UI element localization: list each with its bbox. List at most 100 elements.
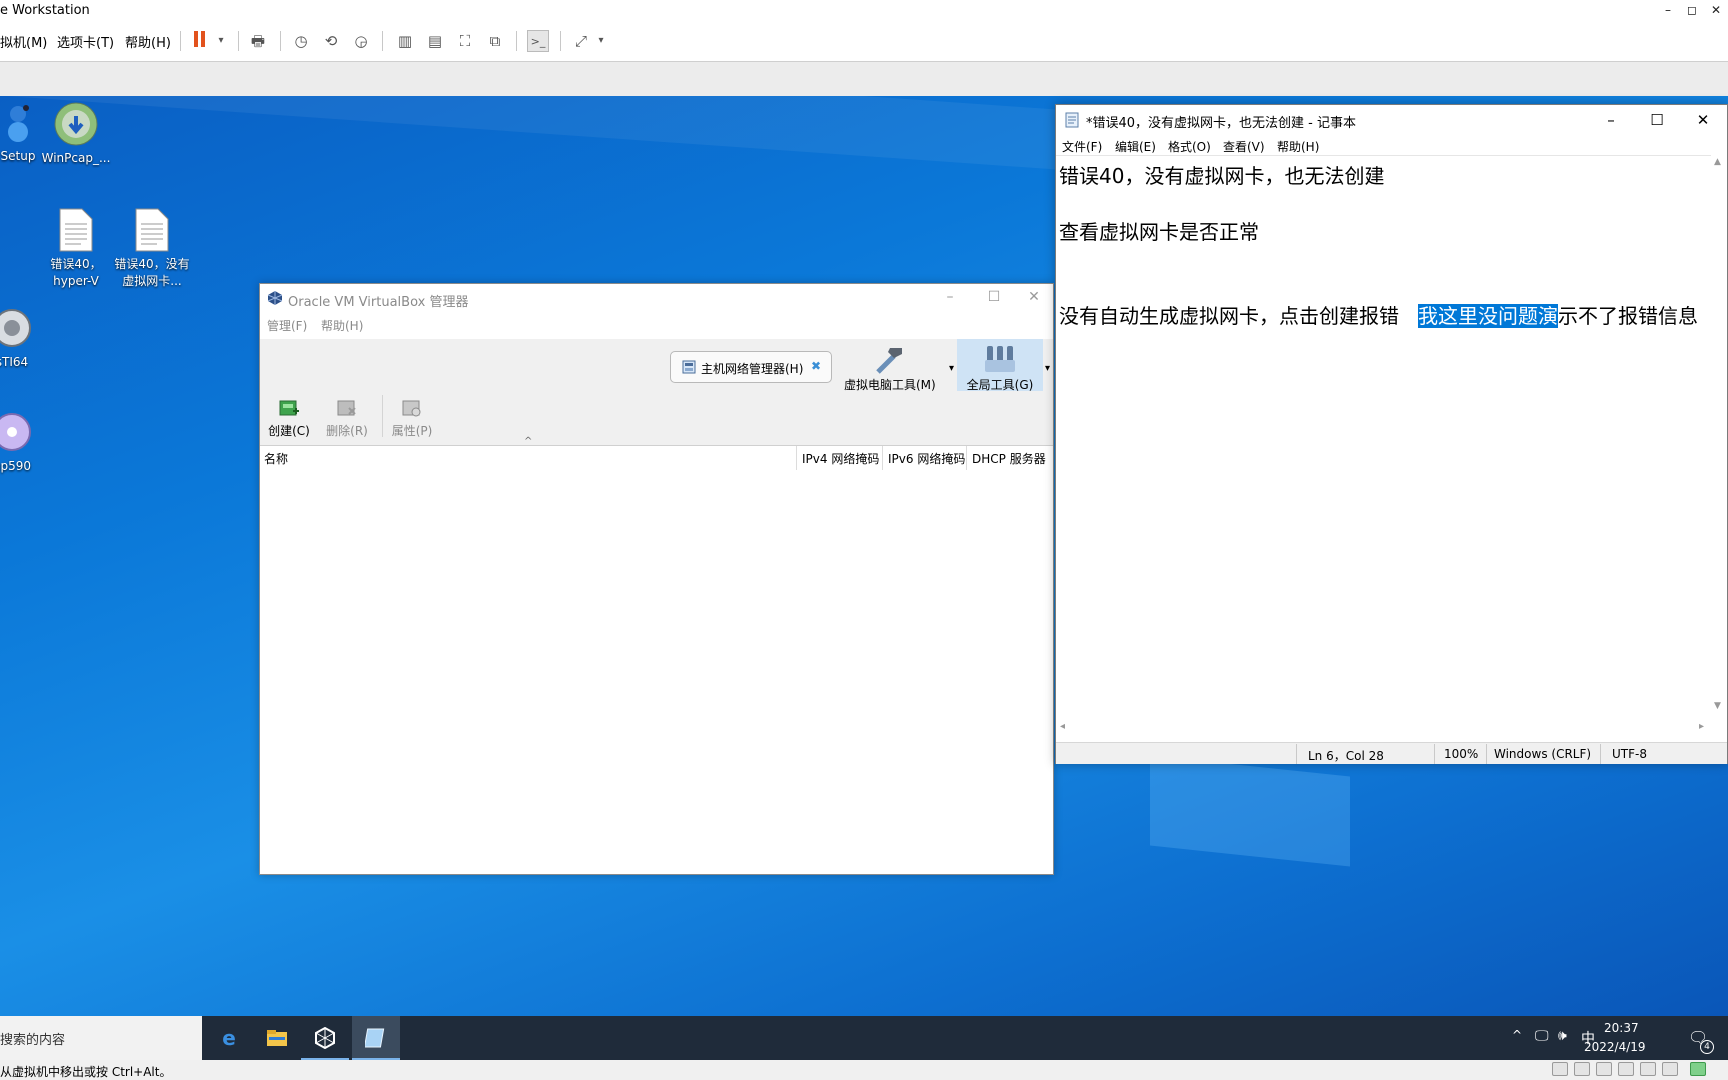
virtualbox-title: Oracle VM VirtualBox 管理器 — [288, 295, 469, 310]
column-header-name[interactable]: 名称 — [264, 450, 288, 467]
text-segment: 示不了报错信息 — [1558, 304, 1698, 328]
notepad-taskbar-icon[interactable] — [352, 1016, 400, 1060]
desktop-icon-label: 错误40，没有虚拟网卡... — [114, 257, 190, 288]
toolbar-divider — [382, 395, 383, 437]
edge-icon[interactable]: e — [205, 1016, 253, 1060]
scroll-down-icon[interactable]: ▼ — [1714, 701, 1721, 711]
vertical-scrollbar[interactable]: ▲ ▼ — [1711, 155, 1727, 715]
tab-host-network-manager[interactable]: 主机网络管理器(H) ✖ — [670, 351, 832, 383]
chevron-down-icon[interactable]: ▾ — [590, 30, 612, 52]
scroll-right-icon[interactable]: ▸ — [1699, 721, 1704, 732]
clock-date[interactable]: 2022/4/19 — [1584, 1040, 1646, 1054]
fullscreen-icon[interactable]: ⛶ — [454, 30, 476, 52]
desktop-icon-winpcap[interactable]: WinPcap_... — [36, 102, 116, 167]
properties-label: 属性(P) — [391, 424, 433, 438]
desktop-icon-label: up590 — [0, 459, 32, 473]
disc-icon — [0, 410, 34, 454]
column-divider — [882, 446, 883, 470]
usb-icon[interactable] — [1640, 1062, 1656, 1076]
menu-manage[interactable]: 管理(F) — [267, 317, 307, 334]
chevron-down-icon[interactable]: ▾ — [1045, 363, 1050, 374]
file-explorer-icon[interactable] — [253, 1016, 301, 1060]
global-tools-button[interactable]: 全局工具(G) — [957, 339, 1043, 392]
status-divider — [1486, 744, 1487, 764]
properties-button[interactable]: 属性(P) — [388, 397, 436, 439]
chevron-down-icon[interactable]: ▾ — [210, 30, 232, 52]
thumbnail-view-icon[interactable]: ▤ — [424, 30, 446, 52]
desktop-icon-sti64[interactable]: sTI64 — [0, 306, 52, 371]
message-log-icon[interactable] — [1690, 1062, 1706, 1076]
create-button[interactable]: 创建(C) — [266, 397, 312, 439]
volume-icon[interactable]: 🕪 — [1558, 1028, 1567, 1044]
wallpaper-window-logo — [1150, 755, 1350, 867]
console-view-icon[interactable]: >_ — [527, 30, 549, 52]
snapshot-manager-icon[interactable]: ◶ — [350, 30, 372, 52]
zoom-level: 100% — [1444, 747, 1479, 761]
desktop-icon-label: Setup — [0, 149, 36, 163]
sidebar-view-icon[interactable]: ▥ — [394, 30, 416, 52]
maximize-button[interactable]: ◻ — [1682, 1, 1702, 19]
host-network-table[interactable]: ^ 名称 IPv4 网络掩码 IPv6 网络掩码 DHCP 服务器 — [260, 436, 1053, 874]
desktop-icon-label: sTI64 — [0, 355, 29, 369]
virtualbox-toolbar: 主机网络管理器(H) ✖ 虚拟电脑工具(M) ▾ 全局工具(G) ▾ 创建(C) — [260, 339, 1053, 445]
notepad-window: *错误40，没有虚拟网卡，也无法创建 - 记事本 – ☐ ✕ 文件(F) 编辑(… — [1055, 104, 1728, 764]
vmware-window-title: e Workstation — [0, 3, 90, 18]
properties-icon — [388, 397, 436, 422]
toolbar-divider — [560, 31, 561, 51]
menu-help[interactable]: 帮助(H) — [321, 317, 363, 334]
menu-help[interactable]: 帮助(H) — [1277, 138, 1319, 155]
encoding: UTF-8 — [1612, 747, 1647, 761]
delete-button[interactable]: 删除(R) — [324, 397, 370, 439]
snapshot-icon[interactable]: ◷ — [290, 30, 312, 52]
chevron-up-icon[interactable]: ^ — [1512, 1028, 1522, 1042]
menu-edit[interactable]: 编辑(E) — [1115, 138, 1156, 155]
close-button[interactable]: ✕ — [1024, 289, 1044, 305]
sound-card-icon[interactable] — [1662, 1062, 1678, 1076]
stretch-guest-icon[interactable]: ⤢ — [570, 30, 592, 52]
send-ctrl-alt-del-icon[interactable]: 🖶 — [247, 30, 269, 52]
scroll-up-icon[interactable]: ▲ — [1714, 157, 1721, 167]
text-segment: 没有自动生成虚拟网卡，点击创建报错 — [1059, 304, 1399, 328]
desktop-icon-error40-nic[interactable]: 错误40，没有虚拟网卡... — [112, 208, 192, 290]
vm-tools-label: 虚拟电脑工具(M) — [844, 378, 936, 392]
menu-view[interactable]: 查看(V) — [1223, 138, 1265, 155]
minimize-button[interactable]: – — [1596, 108, 1626, 132]
column-header-dhcp[interactable]: DHCP 服务器 — [972, 450, 1046, 467]
maximize-button[interactable]: ☐ — [1642, 108, 1672, 132]
setup-icon — [0, 100, 40, 144]
close-button[interactable]: ✕ — [1688, 108, 1718, 132]
vm-tools-button[interactable]: 虚拟电脑工具(M) — [844, 342, 936, 393]
virtualbox-taskbar-icon[interactable] — [301, 1016, 349, 1060]
menu-file[interactable]: 文件(F) — [1062, 138, 1102, 155]
toolbar-divider — [382, 31, 383, 51]
scroll-left-icon[interactable]: ◂ — [1060, 721, 1065, 732]
search-box[interactable]: 搜索的内容 — [0, 1016, 202, 1060]
printer-icon[interactable] — [1618, 1062, 1634, 1076]
network-icon[interactable]: 🖵 — [1535, 1028, 1549, 1044]
desktop-icon-error40-hyperv[interactable]: 错误40，hyper-V — [36, 208, 116, 290]
menu-vm[interactable]: 拟机(M) — [0, 32, 47, 51]
notepad-text-area[interactable]: 错误40，没有虚拟网卡，也无法创建 查看虚拟网卡是否正常 没有自动生成虚拟网卡，… — [1056, 155, 1711, 715]
desktop-icon-up590[interactable]: up590 — [0, 410, 52, 475]
column-header-ipv6[interactable]: IPv6 网络掩码 — [888, 450, 965, 467]
pause-icon[interactable] — [189, 30, 211, 52]
column-header-ipv4[interactable]: IPv4 网络掩码 — [802, 450, 879, 467]
minimize-button[interactable]: – — [940, 289, 960, 305]
network-adapter-icon[interactable] — [1596, 1062, 1612, 1076]
toolbar-divider — [280, 31, 281, 51]
close-tab-icon[interactable]: ✖ — [811, 359, 821, 373]
menu-tabs[interactable]: 选项卡(T) — [57, 32, 114, 51]
close-button[interactable]: ✕ — [1706, 1, 1726, 19]
create-label: 创建(C) — [268, 424, 310, 438]
minimize-button[interactable]: – — [1658, 1, 1678, 19]
maximize-button[interactable]: ☐ — [984, 289, 1004, 305]
unity-icon[interactable]: ⧉ — [484, 30, 506, 52]
cd-drive-icon[interactable] — [1574, 1062, 1590, 1076]
menu-help[interactable]: 帮助(H) — [125, 32, 171, 51]
clock-time[interactable]: 20:37 — [1604, 1021, 1639, 1035]
chevron-down-icon[interactable]: ▾ — [949, 363, 954, 374]
revert-snapshot-icon[interactable]: ⟲ — [320, 30, 342, 52]
horizontal-scrollbar[interactable]: ◂ ▸ — [1056, 720, 1727, 736]
menu-format[interactable]: 格式(O) — [1168, 138, 1211, 155]
hard-disk-icon[interactable] — [1552, 1062, 1568, 1076]
